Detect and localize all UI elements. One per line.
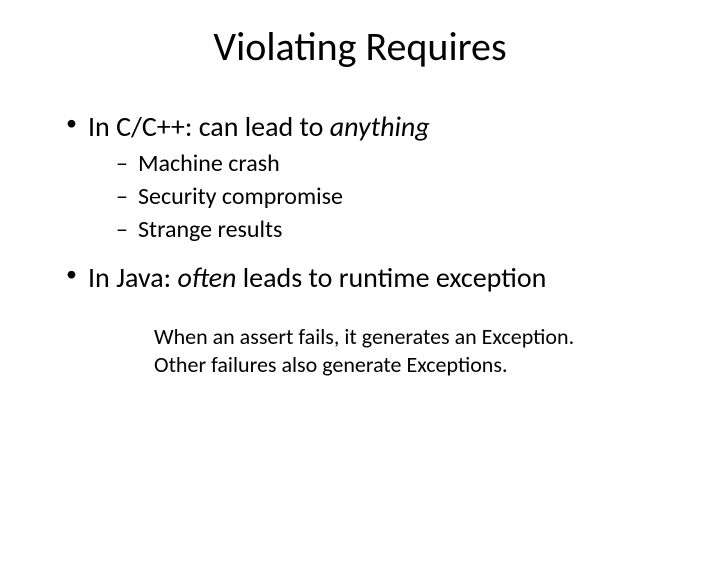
bullet-java-text-a: In Java:: [88, 260, 177, 295]
bullet-list-level1: In C/C++: can lead to anything Machine c…: [62, 109, 672, 295]
note-line-2: Other failures also generate Exceptions.: [154, 351, 672, 380]
bullet-java: In Java: often leads to runtime exceptio…: [62, 260, 672, 295]
sub-security-compromise: Security compromise: [116, 181, 672, 212]
sub-machine-crash: Machine crash: [116, 148, 672, 179]
slide-body: In C/C++: can lead to anything Machine c…: [62, 109, 672, 380]
bullet-c-cpp-em: anything: [330, 109, 430, 144]
slide-title: Violating Requires: [0, 22, 720, 71]
bullet-java-em: often: [177, 260, 236, 295]
sub-strange-results: Strange results: [116, 214, 672, 245]
slide: Violating Requires In C/C++: can lead to…: [0, 22, 720, 562]
bullet-java-text-c: leads to runtime exception: [236, 260, 546, 295]
bullet-c-cpp: In C/C++: can lead to anything Machine c…: [62, 109, 672, 246]
bullet-c-cpp-text-a: In C/C++: can lead to: [88, 109, 330, 144]
note-line-1: When an assert fails, it generates an Ex…: [154, 323, 672, 352]
note-block: When an assert fails, it generates an Ex…: [154, 323, 672, 380]
bullet-list-level2: Machine crash Security compromise Strang…: [116, 148, 672, 246]
